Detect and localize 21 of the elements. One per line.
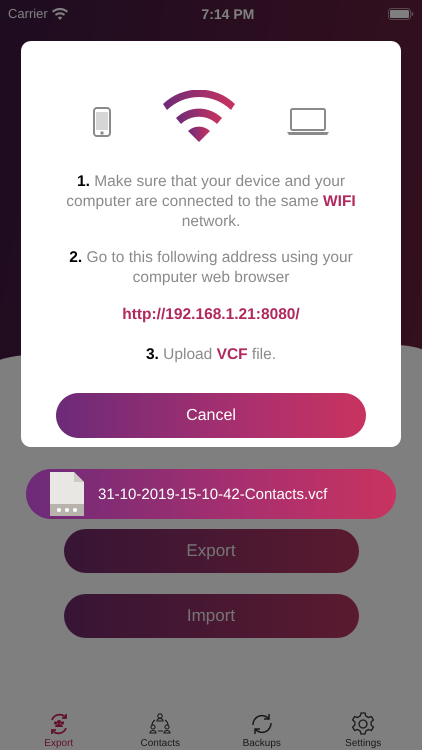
laptop-icon [287,108,329,136]
file-row[interactable]: 31-10-2019-15-10-42-Contacts.vcf [26,469,396,519]
tab[interactable]: Backups [222,700,302,750]
instruction-text: 2. Go to this following address using your computer web browser [68,248,354,288]
tab[interactable]: Export [18,700,99,750]
tab[interactable]: Settings [323,700,404,750]
export-button[interactable]: Export [64,529,358,573]
carrier-label: Carrier [8,6,48,21]
tab[interactable]: Contacts [120,700,200,750]
settings-icon [350,711,376,737]
address-link[interactable]: http://192.168.1.21:8080/ [122,306,300,324]
wifi-icon [163,90,235,142]
instruction-text: 3. Upload VCF file. [144,345,278,365]
phone-icon [93,107,111,137]
file-icon [50,472,84,516]
status-time: 7:14 PM [201,6,254,22]
instruction-text: 1. Make sure that your device and your computer are connected to the same WIFI network. [65,172,357,232]
import-button[interactable]: Import [64,594,358,638]
wifi-signal-icon [52,8,68,20]
cancel-button[interactable]: Cancel [56,393,366,438]
file-name: 31-10-2019-15-10-42-Contacts.vcf [98,486,328,502]
